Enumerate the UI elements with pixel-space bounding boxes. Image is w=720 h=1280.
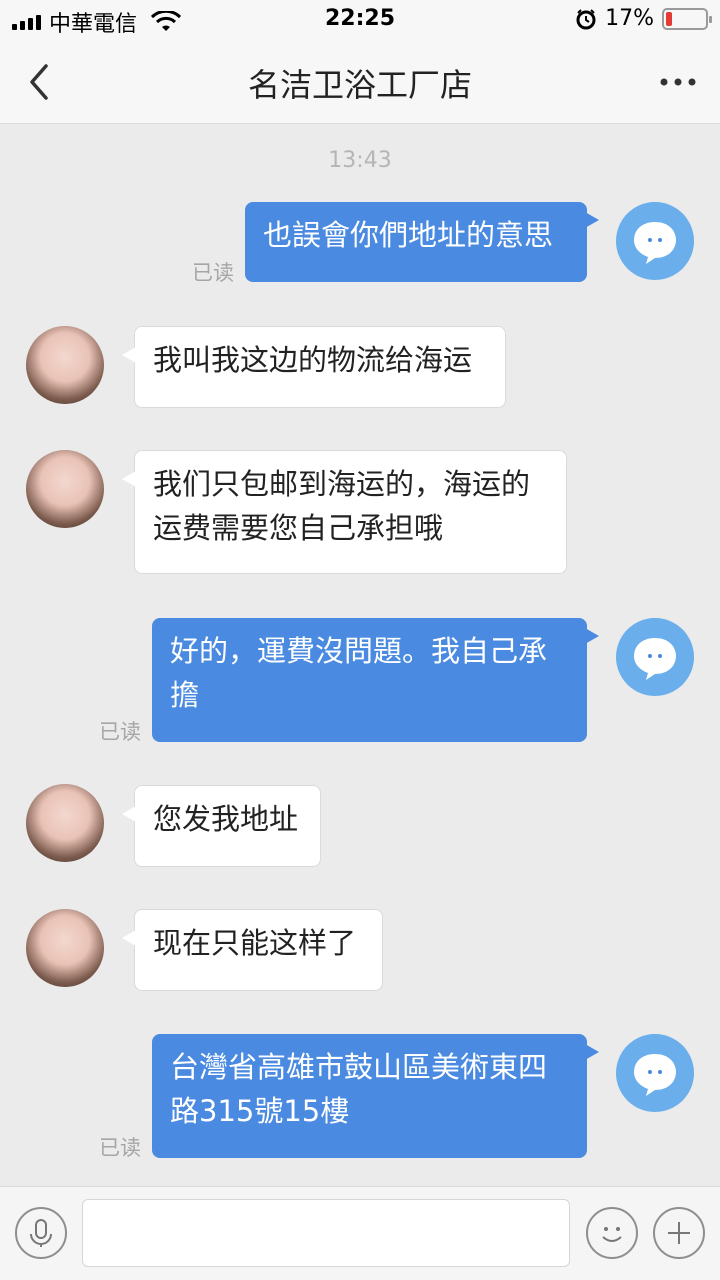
message-text: 现在只能这样了 bbox=[153, 926, 357, 960]
contact-avatar[interactable] bbox=[26, 909, 104, 987]
message-bubble[interactable]: 现在只能这样了 bbox=[122, 909, 383, 991]
message-text: 我们只包邮到海运的，海运的运费需要您自己承担哦 bbox=[153, 467, 531, 545]
message-input[interactable] bbox=[82, 1199, 570, 1267]
battery-percent: 17% bbox=[605, 6, 654, 31]
status-right: 17% bbox=[575, 6, 712, 31]
more-icon[interactable] bbox=[656, 64, 700, 100]
nav-bar: 名洁卫浴工厂店 bbox=[0, 40, 720, 124]
message-text: 我叫我这边的物流给海运 bbox=[153, 343, 473, 377]
message-bubble[interactable]: 也誤會你們地址的意思 bbox=[245, 202, 599, 282]
message-bubble[interactable]: 好的，運費沒問題。我自己承擔 bbox=[152, 618, 599, 742]
status-bar: 中華電信 22:25 17% bbox=[0, 0, 720, 40]
read-status: 已读 bbox=[192, 261, 234, 285]
message-bubble[interactable]: 我叫我这边的物流给海运 bbox=[122, 326, 506, 408]
read-status: 已读 bbox=[99, 720, 141, 744]
input-bar bbox=[0, 1186, 720, 1280]
message-bubble[interactable]: 我们只包邮到海运的，海运的运费需要您自己承担哦 bbox=[122, 450, 567, 574]
message-text: 好的，運費沒問題。我自己承擔 bbox=[170, 634, 548, 712]
chat-bubble-icon bbox=[634, 222, 676, 264]
add-button[interactable] bbox=[653, 1207, 705, 1259]
contact-avatar[interactable] bbox=[26, 450, 104, 528]
message-text: 您发我地址 bbox=[153, 802, 299, 836]
self-avatar[interactable] bbox=[616, 1034, 694, 1112]
message-text: 台灣省高雄市鼓山區美術東四路315號15樓 bbox=[170, 1050, 548, 1128]
battery-icon bbox=[662, 7, 712, 30]
smiley-icon bbox=[602, 1227, 622, 1242]
microphone-icon bbox=[30, 1219, 52, 1247]
chat-bubble-icon bbox=[634, 638, 676, 680]
self-avatar[interactable] bbox=[616, 618, 694, 696]
message-text: 也誤會你們地址的意思 bbox=[263, 218, 554, 252]
message-bubble[interactable]: 台灣省高雄市鼓山區美術東四路315號15樓 bbox=[152, 1034, 599, 1158]
read-status: 已读 bbox=[99, 1136, 141, 1160]
emoji-button[interactable] bbox=[586, 1207, 638, 1259]
message-bubble[interactable]: 您发我地址 bbox=[122, 785, 321, 867]
chat-area[interactable]: 13:43 也誤會你們地址的意思 已读 我叫我这边的物流给海运 我们只包邮到海运… bbox=[0, 124, 720, 1186]
page-title: 名洁卫浴工厂店 bbox=[247, 66, 472, 104]
voice-button[interactable] bbox=[15, 1207, 67, 1259]
plus-icon bbox=[668, 1222, 690, 1244]
contact-avatar[interactable] bbox=[26, 326, 104, 404]
alarm-icon bbox=[576, 8, 596, 29]
battery-fill bbox=[666, 11, 672, 26]
chat-bubble-icon bbox=[634, 1054, 676, 1096]
contact-avatar[interactable] bbox=[26, 784, 104, 862]
self-avatar[interactable] bbox=[616, 202, 694, 280]
time-label: 13:43 bbox=[328, 148, 392, 173]
